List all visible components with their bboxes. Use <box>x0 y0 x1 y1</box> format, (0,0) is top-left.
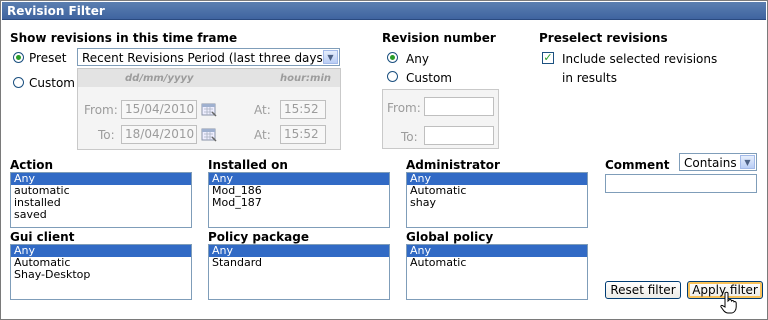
revision-any-label: Any <box>406 52 429 66</box>
action-label: Action <box>10 158 54 172</box>
preset-radio[interactable] <box>13 52 24 63</box>
revision-custom-label: Custom <box>406 71 452 85</box>
administrator-label: Administrator <box>406 158 500 172</box>
global-policy-list[interactable]: Any Automatic <box>406 244 588 300</box>
from-date-label: From: <box>84 103 118 117</box>
date-format-header: dd/mm/yyyy <box>125 73 194 84</box>
installed-on-list[interactable]: Any Mod_186 Mod_187 <box>208 172 390 228</box>
installed-on-label: Installed on <box>208 158 288 172</box>
revision-number-heading: Revision number <box>382 31 496 45</box>
hand-cursor-icon <box>720 291 737 314</box>
custom-timeframe-label: Custom <box>29 76 75 90</box>
policy-package-label: Policy package <box>208 230 309 244</box>
preset-label: Preset <box>29 51 67 65</box>
revision-from-label: From: <box>387 101 421 115</box>
comment-operator-select[interactable]: Contains ▼ <box>679 153 757 171</box>
to-time-input[interactable]: 15:52 <box>280 125 326 144</box>
timeframe-heading: Show revisions in this time frame <box>10 31 238 45</box>
list-item[interactable]: Mod_187 <box>209 197 389 209</box>
revision-custom-radio[interactable] <box>387 71 398 82</box>
from-at-label: At: <box>254 103 271 117</box>
from-date-input[interactable]: 15/04/2010 <box>121 100 197 119</box>
global-policy-label: Global policy <box>406 230 494 244</box>
custom-timeframe-radio[interactable] <box>13 77 24 88</box>
panel-title: Revision Filter <box>7 4 105 18</box>
preset-select-value: Recent Revisions Period (last three days… <box>82 51 328 65</box>
gui-client-list[interactable]: Any Automatic Shay-Desktop <box>10 244 192 300</box>
list-item[interactable]: Standard <box>209 257 389 269</box>
title-bar: Revision Filter <box>2 2 766 20</box>
chevron-down-icon: ▼ <box>323 50 338 64</box>
list-item[interactable]: Shay-Desktop <box>11 269 191 281</box>
list-item[interactable]: shay <box>407 197 587 209</box>
to-at-label: At: <box>254 128 271 142</box>
comment-operator-value: Contains <box>684 156 737 170</box>
chevron-down-icon: ▼ <box>740 155 755 169</box>
reset-filter-button[interactable]: Reset filter <box>605 281 681 299</box>
include-selected-label: Include selected revisions <box>562 52 718 66</box>
revision-to-label: To: <box>401 130 418 144</box>
calendar-icon[interactable] <box>201 127 217 142</box>
revision-to-input[interactable] <box>424 126 494 145</box>
list-item[interactable]: Automatic <box>407 257 587 269</box>
comment-input[interactable] <box>605 174 757 193</box>
comment-label: Comment <box>605 158 670 172</box>
administrator-list[interactable]: Any Automatic shay <box>406 172 588 228</box>
revision-range-box: From: To: <box>382 89 499 149</box>
preselect-heading: Preselect revisions <box>539 31 668 45</box>
revision-filter-panel: Revision Filter Show revisions in this t… <box>0 0 768 320</box>
custom-date-box: dd/mm/yyyy hour:min From: 15/04/2010 At:… <box>77 68 341 150</box>
calendar-icon[interactable] <box>201 102 217 117</box>
gui-client-label: Gui client <box>10 230 75 244</box>
to-date-input[interactable]: 18/04/2010 <box>121 125 197 144</box>
include-selected-checkbox[interactable]: ✓ <box>542 52 554 64</box>
time-format-header: hour:min <box>280 73 332 84</box>
to-date-label: To: <box>98 128 115 142</box>
action-list[interactable]: Any automatic installed saved <box>10 172 192 228</box>
revision-from-input[interactable] <box>424 97 494 116</box>
from-time-input[interactable]: 15:52 <box>280 100 326 119</box>
include-selected-label-line2: in results <box>562 71 617 85</box>
list-item[interactable]: saved <box>11 209 191 221</box>
preset-select[interactable]: Recent Revisions Period (last three days… <box>77 48 340 66</box>
policy-package-list[interactable]: Any Standard <box>208 244 390 300</box>
revision-any-radio[interactable] <box>387 52 398 63</box>
